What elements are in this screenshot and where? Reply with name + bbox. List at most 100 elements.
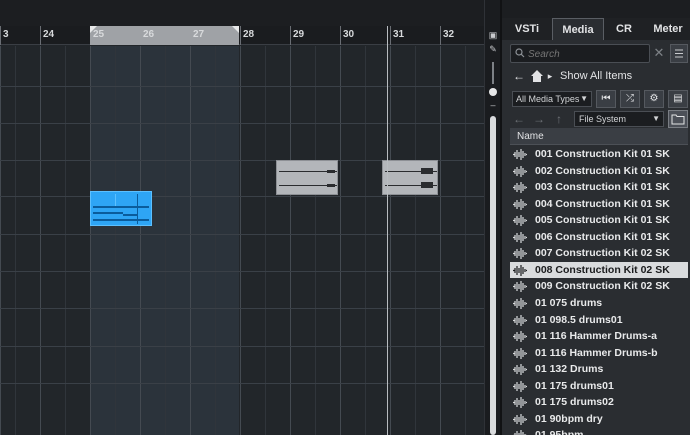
ruler-tick bbox=[390, 26, 391, 45]
list-menu-button[interactable] bbox=[670, 44, 688, 63]
midi-event[interactable] bbox=[90, 191, 152, 226]
bar-line bbox=[340, 46, 341, 435]
list-item-label: 01 098.5 drums01 bbox=[535, 313, 623, 326]
clear-search-icon[interactable]: ✕ bbox=[652, 46, 666, 60]
waveform-icon bbox=[513, 231, 527, 243]
tab-vsti[interactable]: VSTi bbox=[502, 18, 552, 40]
column-header-name[interactable]: Name bbox=[510, 128, 688, 145]
location-value: File System bbox=[579, 114, 627, 124]
list-item[interactable]: 008 Construction Kit 02 SK bbox=[510, 261, 688, 279]
list-item[interactable]: 01 175 drums02 bbox=[510, 394, 688, 411]
list-item-label: 01 95bpm bbox=[535, 429, 583, 435]
list-item[interactable]: 005 Construction Kit 01 SK bbox=[510, 212, 688, 229]
breadcrumb-label[interactable]: Show All Items bbox=[560, 70, 632, 82]
list-item[interactable]: 01 098.5 drums01 bbox=[510, 312, 688, 329]
shuffle-button[interactable]: ⤮ bbox=[620, 90, 640, 108]
forward-icon[interactable]: → bbox=[532, 112, 546, 126]
ruler-bar-number: 24 bbox=[43, 29, 55, 40]
vertical-scrollbar[interactable] bbox=[490, 116, 496, 435]
list-item[interactable]: 009 Construction Kit 02 SK bbox=[510, 278, 688, 295]
waveform-icon bbox=[513, 413, 527, 425]
track-divider bbox=[0, 234, 484, 235]
tab-meter[interactable]: Meter bbox=[644, 18, 690, 40]
layout-button[interactable]: ▤ bbox=[668, 90, 688, 108]
list-item[interactable]: 004 Construction Kit 01 SK bbox=[510, 196, 688, 213]
pencil-icon[interactable]: ✎ bbox=[488, 44, 498, 54]
ruler-tick bbox=[340, 26, 341, 45]
home-icon[interactable] bbox=[530, 68, 544, 84]
list-item[interactable]: 01 075 drums bbox=[510, 295, 688, 312]
folder-icon bbox=[671, 114, 685, 125]
list-item[interactable]: 003 Construction Kit 01 SK bbox=[510, 179, 688, 196]
track-divider bbox=[0, 383, 484, 384]
project-arranger[interactable]: 3 24 25 26 27 28 29 30 31 32 bbox=[0, 0, 484, 435]
list-item[interactable]: 001 Construction Kit 01 SK bbox=[510, 146, 688, 163]
list-item[interactable]: 006 Construction Kit 01 SK bbox=[510, 229, 688, 246]
track-divider bbox=[0, 196, 484, 197]
waveform-icon bbox=[513, 364, 527, 376]
previous-result-button[interactable]: ⏮ bbox=[596, 90, 616, 108]
list-item[interactable]: 01 132 Drums bbox=[510, 361, 688, 378]
bar-line bbox=[140, 46, 141, 435]
list-item[interactable]: 007 Construction Kit 02 SK bbox=[510, 245, 688, 262]
list-item-label: 008 Construction Kit 02 SK bbox=[535, 263, 670, 276]
folder-button[interactable] bbox=[668, 110, 688, 128]
media-type-value: All Media Types bbox=[516, 94, 580, 104]
tab-cr[interactable]: CR bbox=[604, 18, 644, 40]
track-divider bbox=[0, 308, 484, 309]
panel-tabs: VSTi Media CR Meter bbox=[502, 18, 690, 40]
track-grid[interactable] bbox=[0, 46, 484, 435]
bar-line bbox=[240, 46, 241, 435]
grid-line bbox=[15, 46, 16, 435]
tab-media[interactable]: Media bbox=[552, 18, 604, 40]
waveform-icon bbox=[513, 347, 527, 359]
minus-icon[interactable]: – bbox=[488, 100, 498, 110]
list-item[interactable]: 002 Construction Kit 01 SK bbox=[510, 163, 688, 180]
list-item-label: 01 175 drums01 bbox=[535, 379, 614, 392]
back-arrow-icon[interactable]: ← bbox=[512, 68, 526, 84]
audio-event[interactable] bbox=[382, 160, 438, 195]
ruler-bar-number: 32 bbox=[443, 29, 455, 40]
ruler-bar-number: 28 bbox=[243, 29, 255, 40]
list-item-label: 01 175 drums02 bbox=[535, 396, 614, 409]
list-item-label: 01 116 Hammer Drums-a bbox=[535, 330, 657, 343]
search-input[interactable] bbox=[528, 47, 646, 61]
list-item-label: 002 Construction Kit 01 SK bbox=[535, 164, 670, 177]
zoom-slider-handle[interactable] bbox=[489, 88, 497, 96]
bar-ruler[interactable] bbox=[0, 26, 484, 45]
ruler-tick bbox=[440, 26, 441, 45]
bar-line bbox=[290, 46, 291, 435]
list-item[interactable]: 01 116 Hammer Drums-b bbox=[510, 345, 688, 362]
panel-top-bar bbox=[502, 0, 690, 18]
list-item-label: 01 075 drums bbox=[535, 296, 603, 309]
grid-line bbox=[165, 46, 166, 435]
back-icon[interactable]: ← bbox=[512, 112, 526, 126]
media-list[interactable]: 001 Construction Kit 01 SK 002 Constructi… bbox=[510, 146, 688, 435]
waveform-icon bbox=[513, 397, 527, 409]
list-item[interactable]: 01 116 Hammer Drums-a bbox=[510, 328, 688, 345]
arranger-toolbar-strip bbox=[0, 0, 484, 26]
bar-line bbox=[90, 46, 91, 435]
search-field[interactable] bbox=[510, 44, 650, 63]
grid-line bbox=[65, 46, 66, 435]
list-item[interactable]: 01 95bpm bbox=[510, 427, 688, 435]
right-zone-panel: VSTi Media CR Meter ✕ bbox=[500, 0, 690, 435]
expand-icon[interactable]: ▣ bbox=[488, 30, 498, 40]
project-cursor[interactable] bbox=[387, 26, 388, 435]
audio-event[interactable] bbox=[276, 160, 338, 195]
waveform-icon bbox=[513, 198, 527, 210]
settings-button[interactable]: ⚙ bbox=[644, 90, 664, 108]
list-item-label: 01 90bpm dry bbox=[535, 412, 603, 425]
up-icon[interactable]: ↑ bbox=[552, 112, 566, 126]
location-select[interactable]: File System ▼ bbox=[574, 111, 664, 127]
ruler-bar-number: 31 bbox=[393, 29, 405, 40]
cycle-locator-range[interactable] bbox=[90, 26, 239, 45]
list-item-label: 007 Construction Kit 02 SK bbox=[535, 247, 670, 260]
zoom-slider-track[interactable] bbox=[492, 62, 494, 84]
list-item[interactable]: 01 175 drums01 bbox=[510, 378, 688, 395]
waveform-icon bbox=[513, 281, 527, 293]
right-locator-handle[interactable] bbox=[232, 26, 239, 33]
ruler-bar-number: 30 bbox=[343, 29, 355, 40]
media-type-select[interactable]: All Media Types ▼ bbox=[512, 91, 592, 107]
list-item[interactable]: 01 90bpm dry bbox=[510, 411, 688, 428]
